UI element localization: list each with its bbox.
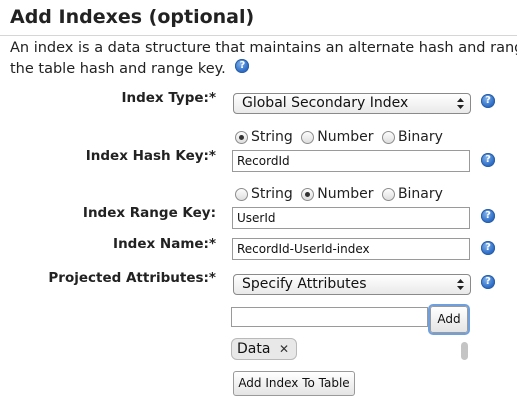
add-index-to-table-button[interactable]: Add Index To Table <box>233 371 355 396</box>
projected-attributes-select[interactable]: Specify Attributes <box>233 274 471 295</box>
close-icon[interactable]: ✕ <box>279 339 289 359</box>
range-key-label: Index Range Key: <box>82 205 216 221</box>
question-icon[interactable]: ? <box>235 59 250 73</box>
description-line: An index is a data structure that mainta… <box>10 40 517 56</box>
range-type-number-option[interactable]: Number <box>301 186 373 202</box>
index-type-value: Global Secondary Index <box>242 95 409 111</box>
question-icon[interactable]: ? <box>481 209 495 223</box>
section-description: An index is a data structure that mainta… <box>10 38 517 80</box>
description-text: the table hash and range key. <box>10 61 226 77</box>
hash-key-input[interactable]: RecordId <box>232 150 470 172</box>
index-type-select[interactable]: Global Secondary Index <box>233 93 471 114</box>
section-title: Add Indexes (optional) <box>10 6 255 28</box>
question-icon[interactable]: ? <box>481 275 495 289</box>
question-icon[interactable]: ? <box>481 94 495 108</box>
radio-button[interactable] <box>381 187 395 201</box>
select-arrows-icon <box>457 279 464 290</box>
radio-label: Number <box>317 186 374 202</box>
radio-label: Number <box>317 129 374 145</box>
radio-label: String <box>251 186 293 202</box>
radio-button[interactable] <box>301 187 315 201</box>
range-key-type-group: String Number Binary <box>235 186 447 204</box>
radio-button[interactable] <box>301 130 315 144</box>
attribute-list-scrollbar[interactable] <box>461 342 468 360</box>
radio-label: Binary <box>397 129 443 145</box>
radio-label: Binary <box>397 186 443 202</box>
radio-label: String <box>251 129 293 145</box>
index-name-label: Index Name:* <box>113 236 216 252</box>
index-type-label: Index Type:* <box>121 90 216 106</box>
hash-key-label: Index Hash Key:* <box>85 148 216 164</box>
description-line: the table hash and range key. ? <box>10 59 517 80</box>
hash-key-type-group: String Number Binary <box>235 129 447 147</box>
select-arrows-icon <box>457 98 464 109</box>
index-name-input[interactable]: RecordId-UserId-index <box>232 238 470 260</box>
range-type-string-option[interactable]: String <box>235 186 293 202</box>
hash-type-number-option[interactable]: Number <box>301 129 373 145</box>
add-attribute-button[interactable]: Add <box>430 306 468 333</box>
projected-attributes-value: Specify Attributes <box>242 276 367 292</box>
question-icon[interactable]: ? <box>481 241 495 255</box>
radio-button[interactable] <box>381 130 395 144</box>
attribute-tag: Data ✕ <box>231 338 297 360</box>
title-divider <box>0 35 517 36</box>
radio-button[interactable] <box>235 130 248 144</box>
question-icon[interactable]: ? <box>481 153 495 167</box>
attribute-name-input[interactable] <box>231 307 428 327</box>
hash-type-string-option[interactable]: String <box>235 129 293 145</box>
hash-type-binary-option[interactable]: Binary <box>381 129 443 145</box>
attribute-tag-label: Data <box>237 341 271 357</box>
range-key-input[interactable]: UserId <box>232 207 470 229</box>
radio-button[interactable] <box>235 187 248 201</box>
range-type-binary-option[interactable]: Binary <box>381 186 443 202</box>
projected-attributes-label: Projected Attributes:* <box>48 270 216 286</box>
